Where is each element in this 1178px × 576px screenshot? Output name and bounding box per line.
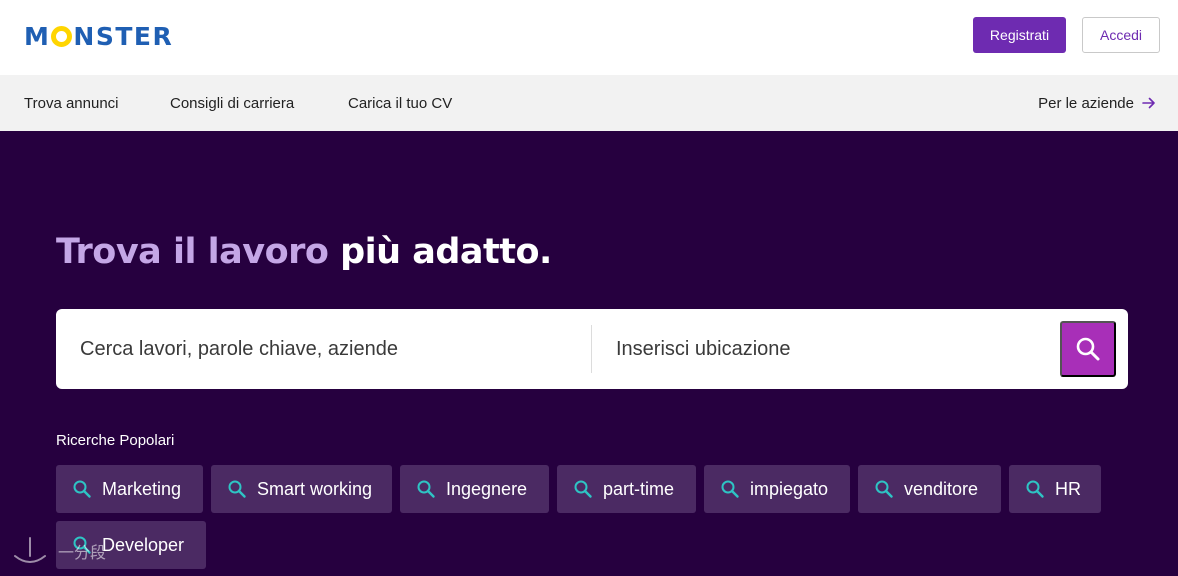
chip-label: Smart working	[257, 478, 373, 499]
login-button[interactable]: Accedi	[1082, 17, 1160, 53]
chip-label: Developer	[102, 534, 185, 555]
logo-letter: M	[24, 21, 51, 51]
popular-chip-smart-working[interactable]: Smart working	[211, 465, 392, 513]
search-icon	[1076, 337, 1100, 361]
watermark-text: 一分段	[58, 545, 107, 562]
popular-searches-label: Ricerche Popolari	[56, 432, 175, 449]
chip-label: venditore	[904, 478, 979, 499]
chip-label: part-time	[603, 478, 675, 499]
watermark: 一分段	[12, 536, 106, 566]
search-icon	[228, 480, 246, 498]
search-icon	[875, 480, 893, 498]
search-icon	[417, 480, 435, 498]
keywords-input[interactable]	[80, 309, 580, 389]
popular-chip-part-time[interactable]: part-time	[557, 465, 696, 513]
popular-chip-venditore[interactable]: venditore	[858, 465, 1001, 513]
hero-title-part2: più adatto.	[340, 232, 552, 272]
top-bar: M N S T E R Registrati Accedi	[0, 0, 1178, 75]
nav-employers-label: Per le aziende	[1038, 94, 1134, 112]
arrow-right-icon	[1142, 97, 1155, 109]
logo-letter: S	[95, 21, 116, 51]
location-input[interactable]	[616, 309, 1046, 389]
search-button[interactable]	[1060, 321, 1116, 377]
nav-item-find-jobs[interactable]: Trova annunci	[24, 75, 119, 131]
chip-label: impiegato	[750, 478, 829, 499]
search-icon	[1026, 480, 1044, 498]
nav-item-career-advice[interactable]: Consigli di carriera	[170, 75, 294, 131]
logo-letter: E	[133, 21, 153, 51]
chip-label: HR	[1055, 478, 1081, 499]
nav-item-employers[interactable]: Per le aziende	[1038, 75, 1156, 131]
search-icon	[721, 480, 739, 498]
logo-letter: R	[152, 21, 174, 51]
job-search-box	[56, 309, 1128, 389]
search-icon	[73, 480, 91, 498]
popular-chip-hr[interactable]: HR	[1009, 465, 1101, 513]
popular-chip-ingegnere[interactable]: Ingegnere	[400, 465, 549, 513]
logo-letter: T	[115, 21, 134, 51]
chip-label: Ingegnere	[446, 478, 528, 499]
logo-o-circle	[51, 25, 73, 47]
register-button[interactable]: Registrati	[973, 17, 1066, 53]
search-divider	[591, 325, 592, 373]
hero-title: Trova il lavoro più adatto.	[56, 232, 552, 272]
nav-item-upload-cv[interactable]: Carica il tuo CV	[348, 75, 452, 131]
monster-logo[interactable]: M N S T E R	[24, 21, 174, 51]
popular-chip-marketing[interactable]: Marketing	[56, 465, 203, 513]
popular-chip-impiegato[interactable]: impiegato	[704, 465, 850, 513]
watermark-logo-icon	[14, 537, 46, 563]
hero-title-part1: Trova il lavoro	[56, 232, 329, 272]
search-icon	[574, 480, 592, 498]
nav-bar: Trova annunci Consigli di carriera Caric…	[0, 75, 1178, 131]
chip-label: Marketing	[102, 478, 182, 499]
logo-letter: N	[73, 21, 96, 51]
